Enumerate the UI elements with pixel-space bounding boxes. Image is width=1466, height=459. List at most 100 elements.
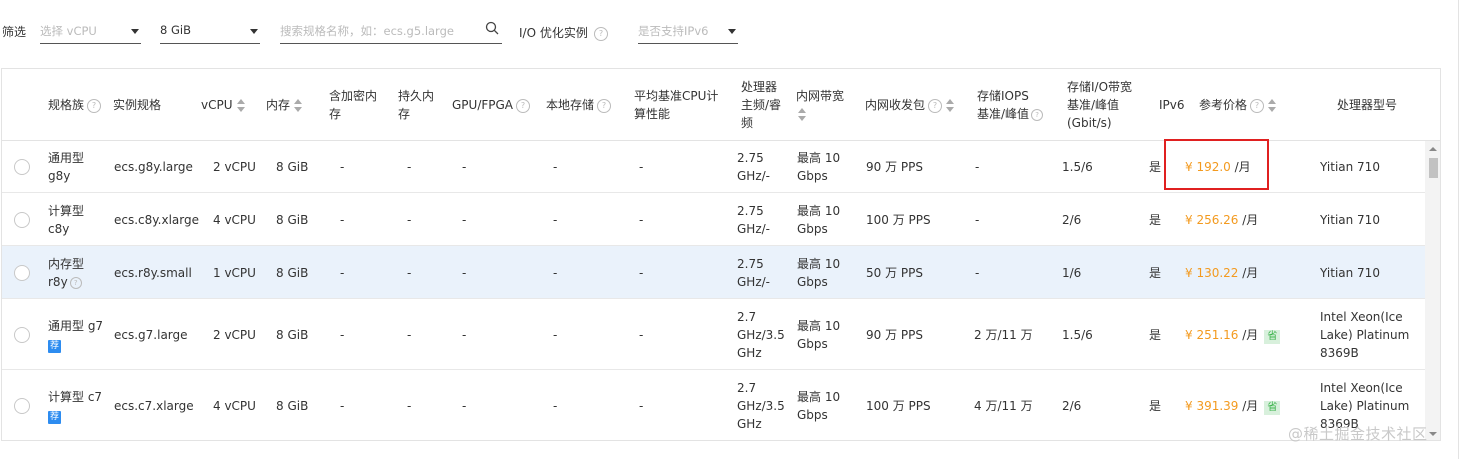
encrypted-memory-cell: - — [340, 328, 345, 342]
row-radio[interactable] — [14, 327, 30, 343]
table-row[interactable]: 计算型 c7 荐 ecs.c7.xlarge 4 vCPU 8 GiB - - -… — [2, 370, 1425, 440]
spec-search-input[interactable]: 搜索规格名称，如：ecs.g5.large — [280, 18, 502, 44]
local-storage-cell: - — [553, 213, 558, 227]
memory-cell: 8 GiB — [276, 399, 309, 413]
row-radio[interactable] — [14, 265, 30, 281]
table-row[interactable]: 通用型 g7 荐 ecs.g7.large 2 vCPU 8 GiB - - - … — [2, 299, 1425, 370]
family-cell: 计算型 c7 荐 — [48, 390, 103, 424]
iops-cell: 2 万/11 万 — [974, 328, 1033, 342]
baseline-cpu-cell: - — [639, 328, 644, 342]
sort-icon[interactable] — [236, 98, 245, 113]
sort-icon[interactable] — [1268, 98, 1277, 113]
encrypted-memory-cell: - — [340, 160, 345, 174]
local-storage-cell: - — [553, 399, 558, 413]
recommended-badge: 荐 — [48, 340, 61, 353]
panel-divider — [1458, 0, 1459, 459]
spec-cell: ecs.g7.large — [114, 328, 188, 342]
persistent-memory-cell: - — [407, 399, 412, 413]
ipv6-select[interactable]: 是否支持IPv6 — [638, 18, 738, 44]
help-icon[interactable]: ? — [69, 276, 82, 289]
watermark: @稀土掘金技术社区 — [1288, 425, 1428, 443]
encrypted-memory-cell: - — [340, 266, 345, 280]
col-vcpu[interactable]: vCPU — [201, 96, 245, 114]
vcpu-select[interactable]: 选择 vCPU — [40, 18, 141, 44]
filter-label: 筛选 — [2, 25, 27, 39]
row-radio[interactable] — [14, 398, 30, 414]
family-cell: 内存型 r8y? — [48, 257, 85, 289]
local-storage-cell: - — [553, 266, 558, 280]
spec-cell: ecs.r8y.small — [114, 266, 192, 280]
pps-cell: 100 万 PPS — [866, 399, 931, 413]
pps-cell: 90 万 PPS — [866, 160, 923, 174]
col-persistent-memory: 持久内存 — [398, 89, 435, 121]
ipv6-select-value: 是否支持IPv6 — [638, 24, 709, 38]
col-price[interactable]: 参考价格? — [1199, 96, 1277, 114]
cpu-frequency-cell: 2.7 GHz/3.5 GHz — [737, 310, 785, 360]
bandwidth-cell: 最高 10 Gbps — [797, 319, 841, 351]
bandwidth-cell: 最高 10 Gbps — [797, 204, 841, 236]
sort-icon[interactable] — [294, 98, 303, 113]
ipv6-cell: 是 — [1149, 266, 1162, 280]
price-cell: ¥ 391.39 /月省 — [1185, 397, 1281, 415]
scroll-up-icon[interactable] — [1429, 147, 1437, 151]
chevron-down-icon — [250, 29, 258, 34]
price-annotation-box — [1164, 139, 1269, 190]
help-icon[interactable]: ? — [516, 98, 531, 113]
col-gpu: GPU/FPGA? — [452, 96, 531, 114]
spec-cell: ecs.g8y.large — [114, 160, 193, 174]
cpu-frequency-cell: 2.75 GHz/- — [737, 257, 770, 289]
cpu-model-cell: Intel Xeon(Ice Lake) Platinum 8369B — [1320, 310, 1410, 360]
col-ipv6: IPv6 — [1159, 98, 1185, 112]
col-storage-iops: 存储IOPS 基准/峰值? — [977, 87, 1044, 123]
io-bandwidth-cell: 1.5/6 — [1062, 160, 1093, 174]
table-row[interactable]: 计算型 c8y ecs.c8y.xlarge 4 vCPU 8 GiB - - -… — [2, 193, 1425, 246]
spec-cell: ecs.c7.xlarge — [114, 399, 194, 413]
baseline-cpu-cell: - — [639, 160, 644, 174]
sort-icon[interactable] — [798, 107, 806, 122]
local-storage-cell: - — [553, 160, 558, 174]
encrypted-memory-cell: - — [340, 399, 345, 413]
gpu-cell: - — [462, 213, 467, 227]
persistent-memory-cell: - — [407, 266, 412, 280]
spec-cell: ecs.c8y.xlarge — [114, 213, 199, 227]
vertical-scrollbar[interactable] — [1425, 141, 1440, 440]
search-icon[interactable] — [485, 21, 499, 35]
io-bandwidth-cell: 1.5/6 — [1062, 328, 1093, 342]
scroll-down-icon[interactable] — [1429, 432, 1437, 436]
help-icon[interactable]: ? — [594, 27, 608, 41]
cpu-model-cell: Yitian 710 — [1320, 213, 1380, 227]
cpu-frequency-cell: 2.75 GHz/- — [737, 151, 770, 183]
sort-icon[interactable] — [946, 98, 955, 113]
iops-cell: 4 万/11 万 — [974, 399, 1033, 413]
bandwidth-cell: 最高 10 Gbps — [797, 390, 841, 422]
memory-select[interactable]: 8 GiB — [160, 18, 260, 44]
vcpu-cell: 4 vCPU — [213, 213, 256, 227]
col-pps[interactable]: 内网收发包? — [865, 96, 955, 114]
memory-cell: 8 GiB — [276, 266, 309, 280]
cpu-frequency-cell: 2.75 GHz/- — [737, 204, 770, 236]
search-placeholder: 搜索规格名称，如：ecs.g5.large — [280, 24, 454, 38]
vcpu-cell: 4 vCPU — [213, 399, 256, 413]
family-cell: 计算型 c8y — [48, 204, 85, 236]
cpu-frequency-cell: 2.7 GHz/3.5 GHz — [737, 381, 785, 431]
scroll-thumb[interactable] — [1429, 158, 1438, 178]
col-memory[interactable]: 内存 — [266, 96, 303, 114]
io-bandwidth-cell: 2/6 — [1062, 399, 1082, 413]
savings-badge: 省 — [1264, 330, 1281, 344]
col-storage-io-bandwidth: 存储I/O带宽 基准/峰值 (Gbit/s) — [1067, 80, 1133, 130]
memory-select-value: 8 GiB — [160, 23, 191, 37]
instance-spec-table: 规格族? 实例规格 vCPU 内存 含加密内存 持久内存 GPU/FPGA? 本… — [1, 68, 1441, 441]
col-bandwidth[interactable]: 内网带宽 — [796, 87, 844, 123]
row-radio[interactable] — [14, 159, 30, 175]
cpu-model-cell: Yitian 710 — [1320, 266, 1380, 280]
table-row[interactable]: 内存型 r8y? ecs.r8y.small 1 vCPU 8 GiB - - -… — [2, 246, 1425, 299]
help-icon[interactable]: ? — [928, 98, 943, 113]
help-icon[interactable]: ? — [597, 98, 612, 113]
ipv6-cell: 是 — [1149, 160, 1162, 174]
row-radio[interactable] — [14, 212, 30, 228]
help-icon[interactable]: ? — [1250, 98, 1265, 113]
help-icon[interactable]: ? — [87, 98, 102, 113]
help-icon[interactable]: ? — [1031, 108, 1044, 121]
ipv6-cell: 是 — [1149, 328, 1162, 342]
iops-cell: - — [975, 266, 980, 280]
